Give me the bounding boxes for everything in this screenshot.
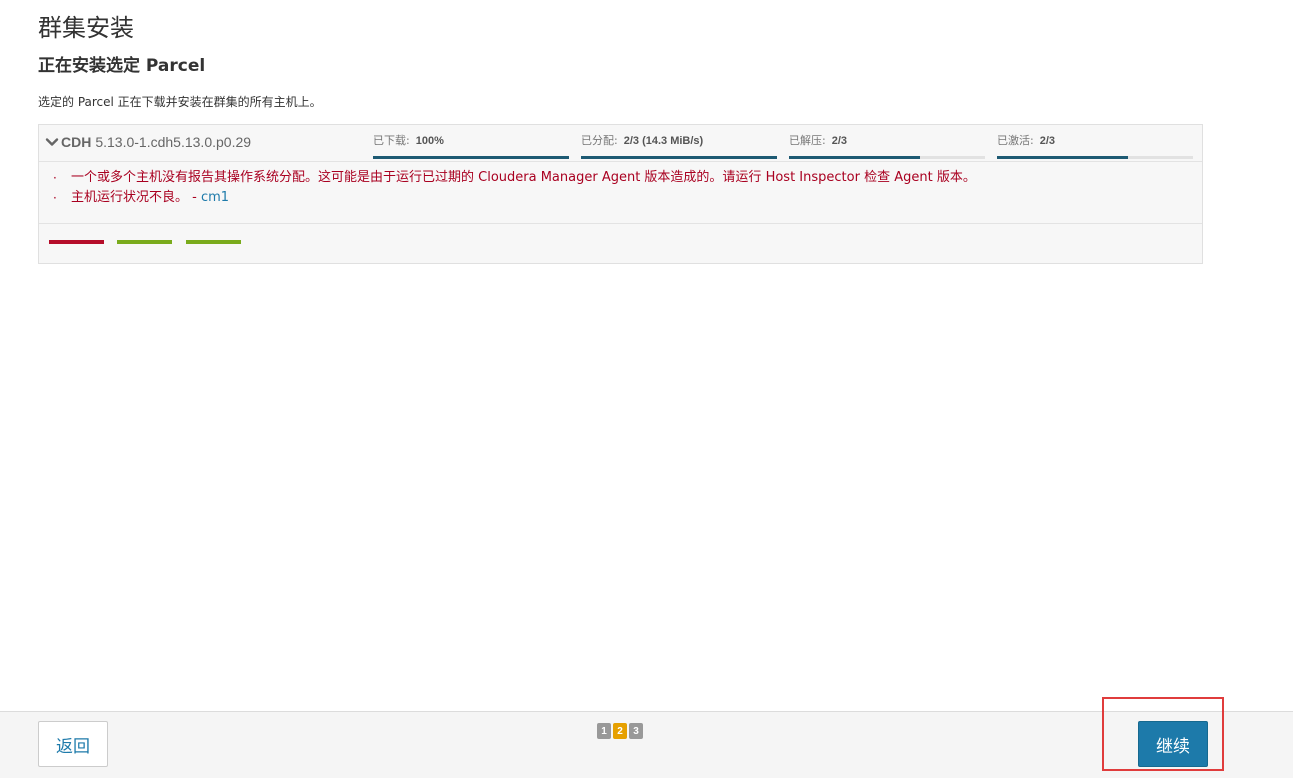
host-status-bar[interactable] [117, 240, 172, 244]
host-link-cm1[interactable]: cm1 [201, 190, 229, 205]
error-message: · 主机运行状况不良。 - cm1 [39, 188, 1202, 208]
wizard-footer: 返回 1 2 3 继续 [0, 711, 1293, 778]
bullet: · [53, 191, 57, 205]
stat-value: 100% [415, 135, 444, 147]
stat-distributed: 已分配: 2/3 (14.3 MiB/s) [581, 131, 777, 159]
stat-value: 2/3 (14.3 MiB/s) [623, 135, 704, 147]
stat-value: 2/3 [831, 135, 848, 147]
parcel-toggle[interactable]: CDH 5.13.0-1.cdh5.13.0.p0.29 [45, 134, 251, 150]
parcel-messages: · 一个或多个主机没有报告其操作系统分配。这可能是由于运行已过期的 Cloude… [39, 161, 1202, 224]
progress-fill [789, 156, 921, 159]
stat-label: 已激活: [997, 134, 1034, 147]
stat-unpacked: 已解压: 2/3 [789, 131, 985, 159]
step-2[interactable]: 2 [613, 723, 627, 739]
message-text: 一个或多个主机没有报告其操作系统分配。这可能是由于运行已过期的 Cloudera… [71, 170, 976, 185]
page-title: 群集安装 [38, 14, 134, 42]
stat-label: 已下载: [373, 134, 410, 147]
highlight-box [1102, 697, 1224, 771]
stat-downloaded: 已下载: 100% [373, 131, 569, 159]
progress-bar [581, 156, 777, 159]
parcel-header: CDH 5.13.0-1.cdh5.13.0.p0.29 已下载: 100% 已分… [39, 125, 1202, 162]
progress-fill [581, 156, 777, 159]
chevron-down-icon [45, 138, 59, 146]
step-1[interactable]: 1 [597, 723, 611, 739]
progress-bar [789, 156, 985, 159]
stat-label: 已解压: [789, 134, 826, 147]
step-3[interactable]: 3 [629, 723, 643, 739]
progress-fill [373, 156, 569, 159]
host-status-bar[interactable] [49, 240, 104, 244]
back-button[interactable]: 返回 [38, 721, 108, 767]
parcel-product: CDH [61, 134, 92, 150]
parcel-panel: CDH 5.13.0-1.cdh5.13.0.p0.29 已下载: 100% 已分… [38, 124, 1203, 264]
stat-activated: 已激活: 2/3 [997, 131, 1193, 159]
wizard-steps: 1 2 3 [597, 723, 645, 739]
stat-label: 已分配: [581, 134, 618, 147]
progress-bar [373, 156, 569, 159]
bullet: · [53, 171, 57, 185]
error-message: · 一个或多个主机没有报告其操作系统分配。这可能是由于运行已过期的 Cloude… [39, 168, 1202, 188]
stat-value: 2/3 [1039, 135, 1056, 147]
cluster-install-page: 群集安装 正在安装选定 Parcel 选定的 Parcel 正在下载并安装在群集… [0, 0, 1293, 778]
progress-fill [997, 156, 1129, 159]
page-subtitle: 正在安装选定 Parcel [38, 56, 206, 76]
page-description: 选定的 Parcel 正在下载并安装在群集的所有主机上。 [38, 95, 322, 109]
message-text: 主机运行状况不良。 - [71, 190, 197, 205]
parcel-version: 5.13.0-1.cdh5.13.0.p0.29 [95, 134, 252, 150]
host-status-bar[interactable] [186, 240, 241, 244]
progress-bar [997, 156, 1193, 159]
